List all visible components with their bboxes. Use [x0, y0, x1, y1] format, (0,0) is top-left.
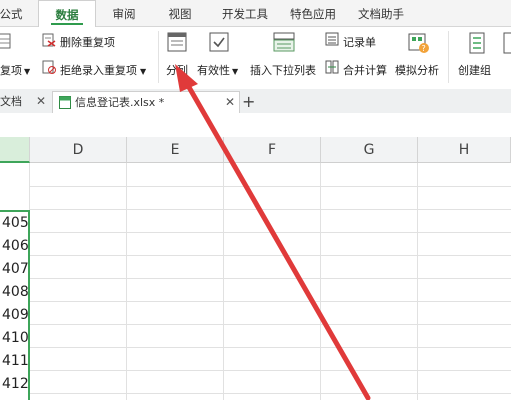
doc-tab-active[interactable]: 信息登记表.xlsx * ✕ — [52, 91, 240, 113]
chevron-down-icon: ▼ — [24, 67, 31, 76]
grid-line — [223, 163, 224, 400]
tab-developer[interactable]: 开发工具 — [214, 0, 276, 26]
spreadsheet-file-icon — [59, 96, 71, 109]
grid-line — [417, 163, 418, 400]
validation-icon — [209, 32, 229, 52]
create-group-button[interactable]: 创建组 — [458, 62, 491, 78]
split-column-icon — [167, 32, 187, 52]
reject-duplicates-icon — [42, 60, 56, 74]
column-header-e[interactable]: E — [127, 137, 224, 163]
validation-label: 有效性 — [197, 64, 230, 77]
grid-line — [30, 209, 511, 210]
grid-line — [30, 393, 511, 394]
doc-tab-previous[interactable]: 文档 ✕ — [0, 91, 50, 112]
reject-duplicates-button[interactable]: 拒绝录入重复项 ▼ — [60, 62, 146, 78]
grid-line — [30, 278, 511, 279]
grid-line — [30, 232, 511, 233]
insert-dropdown-icon — [273, 32, 295, 52]
column-header-h[interactable]: H — [418, 137, 511, 163]
column-header-selected[interactable] — [0, 137, 30, 163]
record-form-button[interactable]: 记录单 — [343, 34, 376, 50]
formula-bar[interactable] — [0, 113, 511, 138]
close-icon[interactable]: ✕ — [36, 91, 46, 112]
validation-button[interactable]: 有效性 ▼ — [197, 62, 238, 78]
what-if-analysis-button[interactable]: 模拟分析 — [395, 62, 439, 78]
consolidate-button[interactable]: 合并计算 — [343, 62, 387, 78]
tab-data[interactable]: 数据 — [38, 0, 96, 28]
grid-line — [30, 370, 511, 371]
remove-duplicates-button[interactable]: 删除重复项 — [60, 34, 115, 50]
record-form-icon — [325, 32, 339, 46]
document-tab-bar: 文档 ✕ 信息登记表.xlsx * ✕ + — [0, 89, 511, 114]
highlight-duplicates-label: 复项 — [0, 64, 22, 77]
column-header-g[interactable]: G — [321, 137, 418, 163]
doc-tab-label: 信息登记表.xlsx * — [75, 96, 165, 109]
chevron-down-icon: ▼ — [232, 67, 239, 76]
menu-bar: 公式 数据 审阅 视图 开发工具 特色应用 文档助手 — [0, 0, 511, 28]
ribbon-separator — [448, 31, 449, 83]
tab-review[interactable]: 审阅 — [104, 0, 144, 26]
ribbon-separator — [158, 31, 159, 83]
grid-line — [30, 347, 511, 348]
tab-doc-assistant[interactable]: 文档助手 — [350, 0, 412, 26]
highlight-duplicates-icon — [0, 33, 11, 49]
highlight-duplicates-button[interactable]: 复项 ▼ — [0, 62, 30, 78]
insert-dropdown-button[interactable]: 插入下拉列表 — [250, 62, 316, 78]
selection-outline — [0, 210, 30, 400]
grid-line — [30, 301, 511, 302]
spreadsheet-grid[interactable]: D E F G H 405 406 407 408 409 410 411 41… — [0, 137, 511, 400]
ungroup-icon — [503, 32, 511, 54]
create-group-icon — [469, 32, 485, 54]
what-if-analysis-icon: ? — [408, 33, 429, 53]
tab-view[interactable]: 视图 — [160, 0, 200, 26]
grid-line — [30, 255, 511, 256]
split-column-button[interactable]: 分列 — [166, 62, 188, 78]
tab-special[interactable]: 特色应用 — [282, 0, 344, 26]
doc-tab-label: 文档 — [0, 95, 22, 108]
consolidate-icon — [325, 60, 339, 74]
ribbon-toolbar: 复项 ▼ 删除重复项 拒绝录入重复项 ▼ 分列 有效性 ▼ 插入下拉列表 记录单… — [0, 27, 511, 90]
close-icon[interactable]: ✕ — [225, 92, 235, 113]
grid-line — [126, 163, 127, 400]
grid-line — [30, 186, 511, 187]
grid-line — [30, 324, 511, 325]
chevron-down-icon: ▼ — [140, 67, 147, 76]
grid-line — [320, 163, 321, 400]
new-tab-button[interactable]: + — [242, 91, 258, 112]
remove-duplicates-icon — [42, 33, 56, 47]
column-header-d[interactable]: D — [30, 137, 127, 163]
svg-text:?: ? — [422, 44, 426, 53]
reject-duplicates-label: 拒绝录入重复项 — [60, 64, 137, 77]
column-header-f[interactable]: F — [224, 137, 321, 163]
tab-formula[interactable]: 公式 — [0, 0, 26, 26]
